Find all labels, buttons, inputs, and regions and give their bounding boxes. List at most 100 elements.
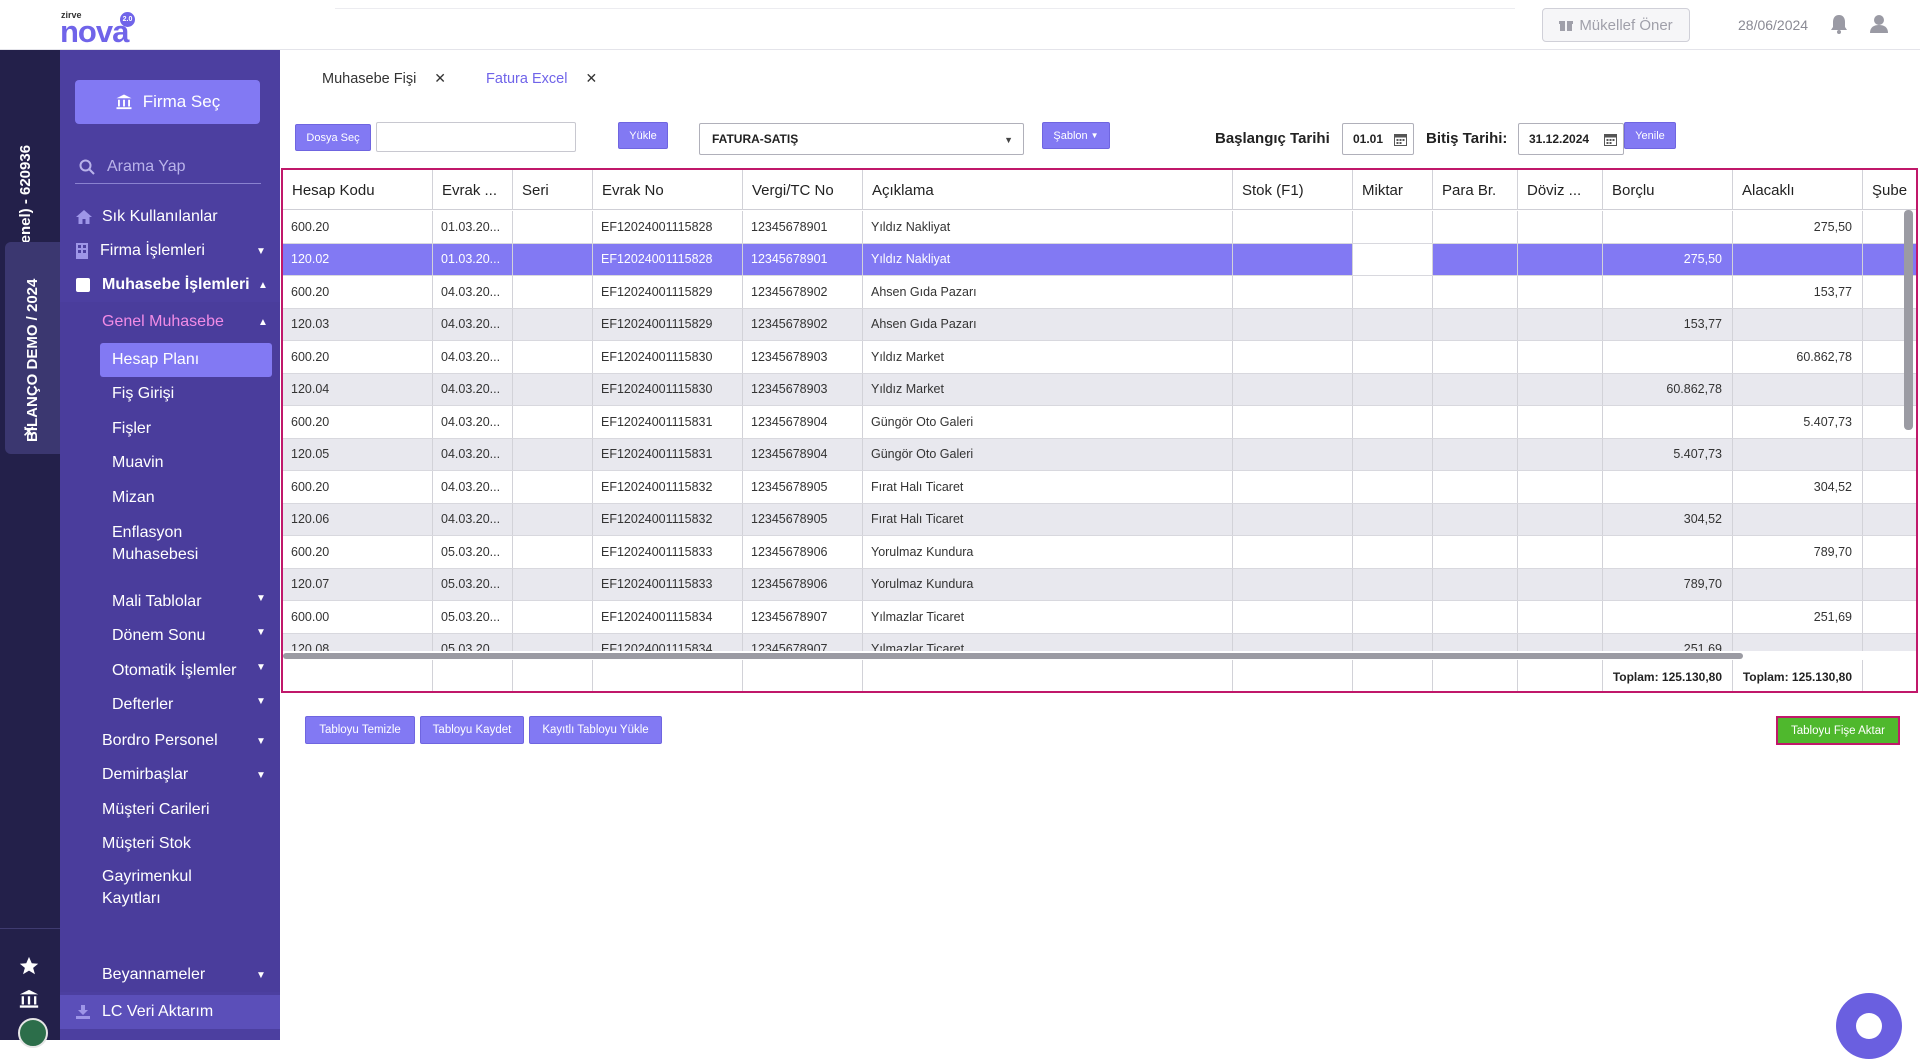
calendar-icon[interactable] xyxy=(1394,133,1407,146)
table-cell[interactable] xyxy=(1603,471,1733,503)
table-cell[interactable]: EF12024001115831 xyxy=(593,406,743,438)
table-cell[interactable]: EF12024001115833 xyxy=(593,568,743,600)
sidebar-search[interactable]: Arama Yap xyxy=(75,150,261,184)
table-cell[interactable] xyxy=(1863,439,1916,471)
table-cell[interactable]: 04.03.20... xyxy=(433,503,513,535)
yukle-button[interactable]: Yükle xyxy=(618,122,668,149)
table-cell[interactable] xyxy=(1518,406,1603,438)
table-cell[interactable] xyxy=(1433,536,1518,568)
table-cell[interactable] xyxy=(1433,438,1518,470)
column-header[interactable]: Evrak ... xyxy=(433,170,513,210)
table-cell[interactable] xyxy=(1863,569,1916,601)
table-cell[interactable] xyxy=(1233,633,1353,651)
table-cell[interactable] xyxy=(513,276,593,308)
table-cell[interactable] xyxy=(1863,504,1916,536)
table-cell[interactable]: 04.03.20... xyxy=(433,471,513,503)
table-cell[interactable] xyxy=(1433,211,1518,243)
table-cell[interactable]: 60.862,78 xyxy=(1603,373,1733,405)
column-header[interactable]: Evrak No xyxy=(593,170,743,210)
calendar-icon[interactable] xyxy=(1604,133,1617,146)
sidebar-item-fisler[interactable]: Fişler xyxy=(100,420,272,440)
table-cell[interactable]: EF12024001115829 xyxy=(593,276,743,308)
table-cell[interactable] xyxy=(1518,341,1603,373)
table-cell[interactable] xyxy=(1518,373,1603,405)
table-cell[interactable] xyxy=(1353,568,1433,600)
yenile-button[interactable]: Yenile xyxy=(1624,122,1676,149)
table-cell[interactable]: 12345678906 xyxy=(743,536,863,568)
tabloyu-fise-aktar-button[interactable]: Tabloyu Fişe Aktar xyxy=(1776,716,1900,745)
table-cell[interactable]: 600.20 xyxy=(283,211,433,243)
column-header[interactable]: Şube xyxy=(1863,170,1916,210)
table-cell[interactable]: 12345678905 xyxy=(743,503,863,535)
table-cell[interactable] xyxy=(1433,243,1518,275)
table-cell[interactable] xyxy=(1353,438,1433,470)
file-name-input[interactable] xyxy=(376,122,576,152)
table-cell[interactable] xyxy=(1733,308,1863,340)
table-cell[interactable] xyxy=(513,633,593,651)
table-row[interactable]: 600.20 04.03.20... EF12024001115830 1234567… xyxy=(283,341,1916,374)
table-cell[interactable] xyxy=(1518,503,1603,535)
table-cell[interactable] xyxy=(513,601,593,633)
table-cell[interactable]: 5.407,73 xyxy=(1603,438,1733,470)
table-cell[interactable]: EF12024001115828 xyxy=(593,243,743,275)
sidebar-item-defterler[interactable]: Defterler ▼ xyxy=(100,696,272,716)
table-cell[interactable]: 12345678903 xyxy=(743,373,863,405)
table-cell[interactable] xyxy=(1233,243,1353,275)
table-cell[interactable] xyxy=(1733,243,1863,275)
chat-bubble-icon[interactable] xyxy=(1836,993,1902,1059)
table-cell[interactable] xyxy=(1518,633,1603,651)
table-cell[interactable] xyxy=(1353,243,1433,275)
table-cell[interactable]: 120.02 xyxy=(283,243,433,275)
table-cell[interactable] xyxy=(1433,568,1518,600)
table-cell[interactable]: 5.407,73 xyxy=(1733,406,1863,438)
column-header[interactable]: Açıklama xyxy=(863,170,1233,210)
sidebar-item-mizan[interactable]: Mizan xyxy=(100,489,272,509)
tab-fatura-excel[interactable]: Fatura Excel ✕ xyxy=(486,70,597,87)
table-cell[interactable]: 04.03.20... xyxy=(433,341,513,373)
table-row[interactable]: 120.08 05.03.20... EF12024001115834 1234567… xyxy=(283,633,1916,651)
table-cell[interactable] xyxy=(1518,276,1603,308)
table-cell[interactable]: EF12024001115830 xyxy=(593,341,743,373)
table-cell[interactable] xyxy=(1233,568,1353,600)
table-cell[interactable] xyxy=(513,568,593,600)
sidebar-item-donem-sonu[interactable]: Dönem Sonu ▼ xyxy=(100,627,272,647)
star-icon[interactable] xyxy=(18,955,40,977)
table-cell[interactable] xyxy=(1733,568,1863,600)
table-cell[interactable] xyxy=(1353,308,1433,340)
sidebar-item-genel-muhasebe[interactable]: Genel Muhasebe ▲ xyxy=(60,312,280,332)
table-cell[interactable] xyxy=(1863,471,1916,503)
table-cell[interactable] xyxy=(1433,341,1518,373)
table-cell[interactable] xyxy=(1433,633,1518,651)
table-row[interactable]: 600.20 04.03.20... EF12024001115832 1234567… xyxy=(283,471,1916,504)
column-header[interactable]: Vergi/TC No xyxy=(743,170,863,210)
table-cell[interactable]: 12345678907 xyxy=(743,633,863,651)
sidebar-item-firma-islemleri[interactable]: Firma İşlemleri ▼ xyxy=(60,241,280,261)
table-cell[interactable] xyxy=(513,438,593,470)
table-cell[interactable]: Güngör Oto Galeri xyxy=(863,438,1233,470)
table-cell[interactable] xyxy=(1863,536,1916,568)
vertical-scrollbar[interactable] xyxy=(1904,210,1913,430)
table-cell[interactable] xyxy=(1518,601,1603,633)
table-cell[interactable]: 01.03.20... xyxy=(433,243,513,275)
table-cell[interactable]: Yorulmaz Kundura xyxy=(863,536,1233,568)
table-cell[interactable]: 275,50 xyxy=(1603,243,1733,275)
column-header[interactable]: Seri xyxy=(513,170,593,210)
table-cell[interactable] xyxy=(1353,406,1433,438)
table-cell[interactable]: 12345678901 xyxy=(743,243,863,275)
support-avatar[interactable] xyxy=(18,1018,48,1048)
table-row[interactable]: 120.07 05.03.20... EF12024001115833 1234567… xyxy=(283,568,1916,601)
table-cell[interactable] xyxy=(1518,471,1603,503)
sidebar-item-hesap-plani[interactable]: Hesap Planı xyxy=(100,343,272,377)
table-cell[interactable]: 153,77 xyxy=(1733,276,1863,308)
table-cell[interactable] xyxy=(1433,373,1518,405)
table-cell[interactable] xyxy=(1353,536,1433,568)
table-cell[interactable] xyxy=(1353,601,1433,633)
table-cell[interactable] xyxy=(1518,243,1603,275)
table-row[interactable]: 600.20 05.03.20... EF12024001115833 1234567… xyxy=(283,536,1916,569)
table-cell[interactable]: 120.05 xyxy=(283,438,433,470)
bank-icon[interactable] xyxy=(18,988,40,1010)
table-cell[interactable] xyxy=(1353,276,1433,308)
close-icon[interactable]: ✕ xyxy=(22,422,35,442)
table-row[interactable]: 600.20 01.03.20... EF12024001115828 1234567… xyxy=(283,211,1916,244)
table-row[interactable]: 120.04 04.03.20... EF12024001115830 1234567… xyxy=(283,373,1916,406)
